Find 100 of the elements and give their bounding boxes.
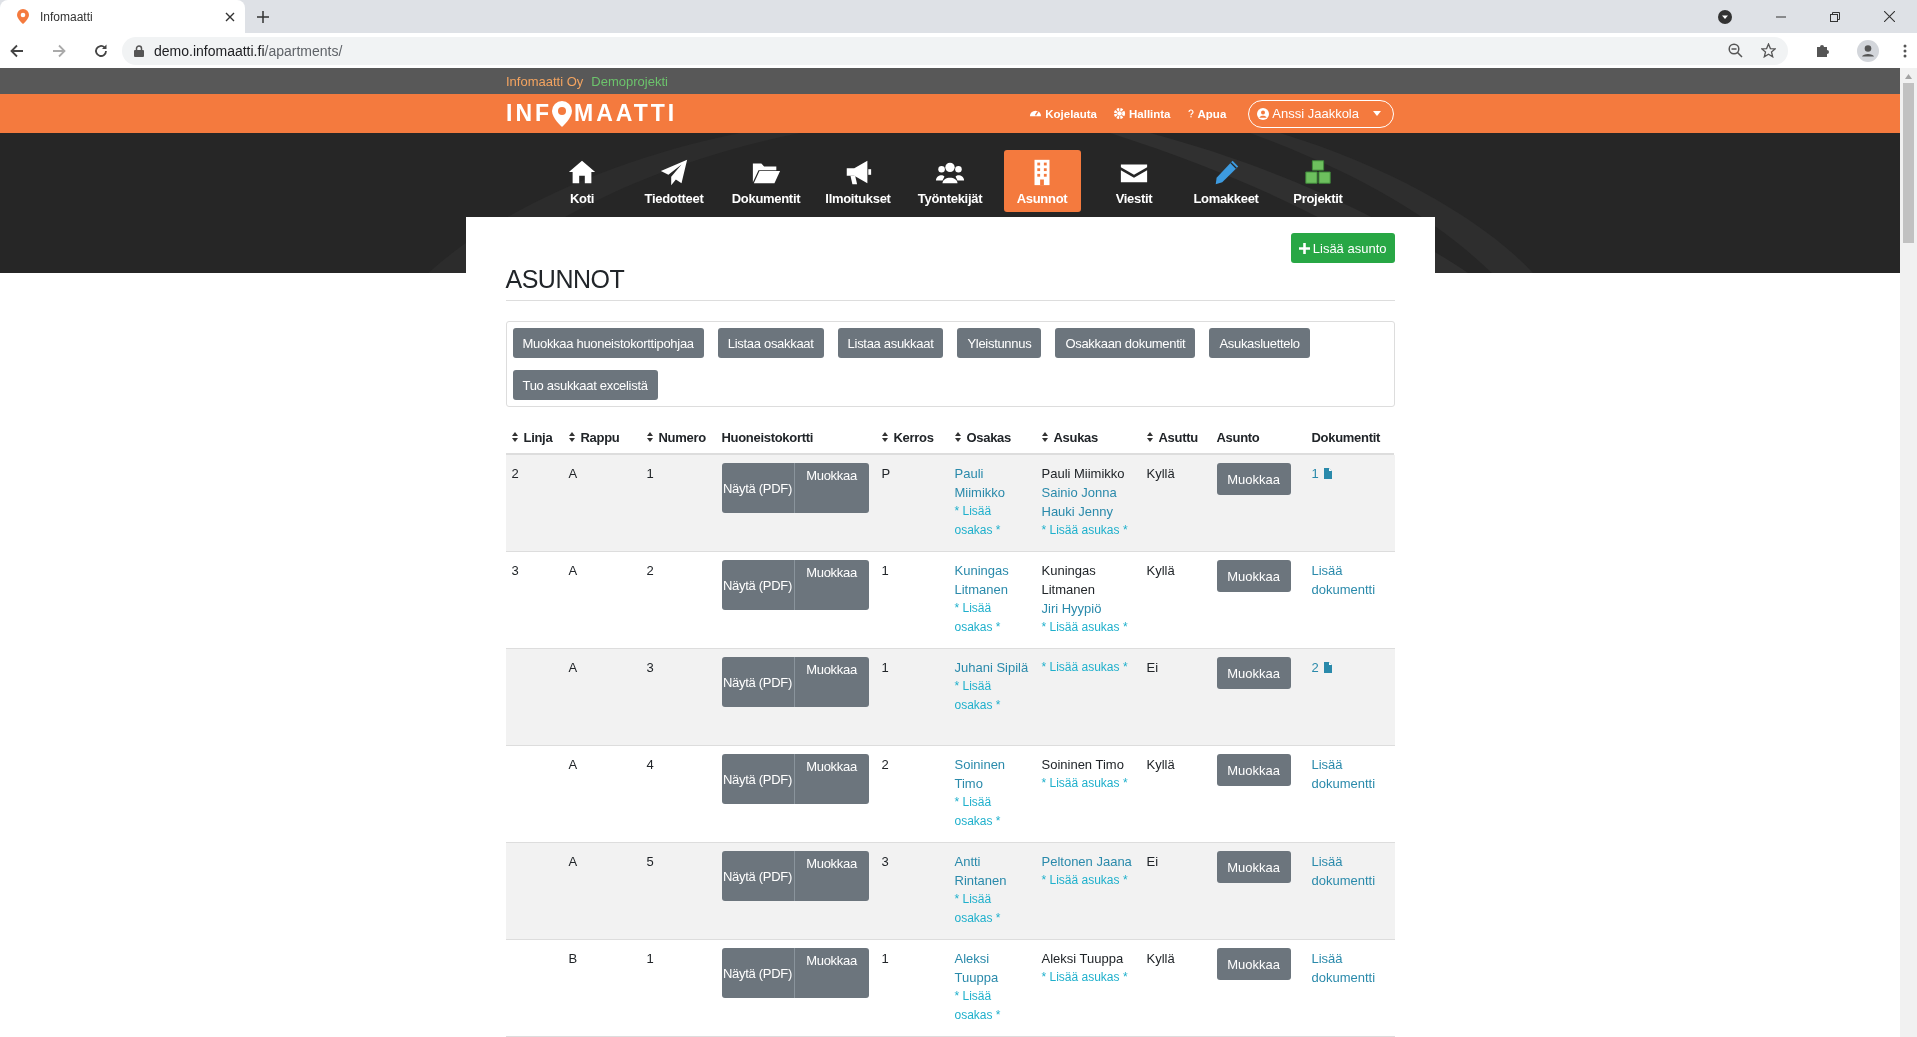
sort-icon[interactable] — [646, 432, 653, 442]
view-pdf-button[interactable]: Näytä (PDF) — [721, 463, 795, 513]
header-link[interactable]: Hallinta — [1113, 107, 1171, 120]
add-owner-link[interactable]: * Lisää osakas * — [954, 599, 1030, 637]
back-icon[interactable] — [10, 43, 24, 58]
column-header[interactable]: Asuttu — [1158, 429, 1198, 445]
owner-link[interactable]: Pauli Miimikko — [954, 464, 1030, 502]
resident-link[interactable]: Jiri Hyypiö — [1041, 599, 1135, 618]
edit-card-button[interactable]: Muokkaa — [794, 560, 869, 610]
reload-icon[interactable] — [94, 43, 108, 58]
sort-icon[interactable] — [881, 432, 888, 442]
edit-button[interactable]: Muokkaa — [1216, 463, 1291, 495]
restore-icon[interactable] — [1830, 11, 1840, 22]
browser-tab[interactable]: Infomaatti — [0, 0, 245, 33]
add-resident-link[interactable]: * Lisää asukas * — [1041, 658, 1135, 677]
action-button[interactable]: Yleistunnus — [957, 328, 1042, 358]
resident-link[interactable]: Peltonen Jaana — [1041, 852, 1135, 871]
kebab-menu-icon[interactable] — [1903, 43, 1907, 58]
owner-link[interactable]: Soininen Timo — [954, 755, 1030, 793]
nav-tab[interactable]: Viestit — [1095, 150, 1173, 212]
resident-link[interactable]: Hauki Jenny — [1041, 502, 1135, 521]
dropdown-icon[interactable] — [1718, 9, 1732, 24]
document-count-link[interactable]: 2 — [1311, 658, 1388, 677]
plus-icon[interactable] — [257, 10, 269, 23]
close-icon[interactable] — [1884, 11, 1895, 22]
view-pdf-button[interactable]: Näytä (PDF) — [721, 948, 795, 998]
nav-tab[interactable]: Ilmoitukset — [819, 150, 897, 212]
sort-icon[interactable] — [511, 432, 518, 442]
resident-name: Soininen Timo — [1041, 756, 1125, 774]
edit-button[interactable]: Muokkaa — [1216, 657, 1291, 689]
action-button[interactable]: Listaa asukkaat — [837, 328, 944, 358]
add-owner-link[interactable]: * Lisää osakas * — [954, 677, 1030, 715]
nav-tab[interactable]: Tiedotteet — [635, 150, 713, 212]
action-button[interactable]: Listaa osakkaat — [717, 328, 824, 358]
sort-icon[interactable] — [1146, 432, 1153, 442]
column-header[interactable]: Linja — [523, 429, 553, 445]
edit-button[interactable]: Muokkaa — [1216, 948, 1291, 980]
nav-tab[interactable]: Dokumentit — [727, 150, 805, 212]
column-header[interactable]: Rappu — [580, 429, 620, 445]
action-button[interactable]: Osakkaan dokumentit — [1055, 328, 1196, 358]
nav-tab[interactable]: Lomakkeet — [1187, 150, 1265, 212]
nav-tab[interactable]: Asunnot — [1003, 150, 1081, 212]
action-button[interactable]: Muokkaa huoneistokorttipohjaa — [512, 328, 704, 358]
puzzle-icon[interactable] — [1816, 43, 1831, 58]
add-owner-link[interactable]: * Lisää osakas * — [954, 793, 1030, 831]
action-button[interactable]: Tuo asukkaat excelistä — [512, 370, 658, 400]
scrollbar-thumb[interactable] — [1903, 83, 1914, 243]
sort-icon[interactable] — [1041, 432, 1048, 442]
edit-button[interactable]: Muokkaa — [1216, 851, 1291, 883]
add-document-link[interactable]: Lisää dokumentti — [1311, 949, 1388, 987]
avatar-icon[interactable] — [1857, 39, 1879, 62]
view-pdf-button[interactable]: Näytä (PDF) — [721, 754, 795, 804]
view-pdf-button[interactable]: Näytä (PDF) — [721, 851, 795, 901]
column-header[interactable]: Kerros — [893, 429, 934, 445]
add-resident-link[interactable]: * Lisää asukas * — [1041, 968, 1135, 987]
edit-card-button[interactable]: Muokkaa — [794, 948, 869, 998]
edit-card-button[interactable]: Muokkaa — [794, 463, 869, 513]
resident-name: Pauli Miimikko — [1041, 465, 1126, 483]
close-icon[interactable] — [225, 11, 235, 22]
action-button[interactable]: Asukasluettelo — [1209, 328, 1310, 358]
column-header[interactable]: Asukas — [1053, 429, 1098, 445]
owner-link[interactable]: Antti Rintanen — [954, 852, 1030, 890]
edit-button[interactable]: Muokkaa — [1216, 754, 1291, 786]
add-resident-link[interactable]: * Lisää asukas * — [1041, 774, 1135, 793]
add-owner-link[interactable]: * Lisää osakas * — [954, 502, 1030, 540]
owner-link[interactable]: Juhani Sipilä — [954, 658, 1030, 677]
sort-icon[interactable] — [954, 432, 961, 442]
resident-link[interactable]: Sainio Jonna — [1041, 483, 1135, 502]
column-header[interactable]: Osakas — [966, 429, 1011, 445]
add-document-link[interactable]: Lisää dokumentti — [1311, 561, 1388, 599]
edit-card-button[interactable]: Muokkaa — [794, 754, 869, 804]
add-owner-link[interactable]: * Lisää osakas * — [954, 890, 1030, 928]
nav-tab[interactable]: Työntekijät — [911, 150, 989, 212]
add-resident-link[interactable]: * Lisää asukas * — [1041, 618, 1135, 637]
view-pdf-button[interactable]: Näytä (PDF) — [721, 657, 795, 707]
header-link[interactable]: Apua — [1186, 107, 1227, 120]
view-pdf-button[interactable]: Näytä (PDF) — [721, 560, 795, 610]
star-icon[interactable] — [1761, 43, 1776, 58]
add-document-link[interactable]: Lisää dokumentti — [1311, 755, 1388, 793]
add-owner-link[interactable]: * Lisää osakas * — [954, 987, 1030, 1025]
zoom-out-icon[interactable] — [1728, 43, 1743, 58]
company-name: Infomaatti Oy — [506, 73, 584, 89]
table-cell-text: A — [568, 562, 579, 580]
edit-button[interactable]: Muokkaa — [1216, 560, 1291, 592]
add-document-link[interactable]: Lisää dokumentti — [1311, 852, 1388, 890]
column-header[interactable]: Numero — [658, 429, 706, 445]
owner-link[interactable]: Aleksi Tuuppa — [954, 949, 1030, 987]
edit-card-button[interactable]: Muokkaa — [794, 657, 869, 707]
add-resident-link[interactable]: * Lisää asukas * — [1041, 521, 1135, 540]
add-apartment-button[interactable]: Lisää asunto — [1290, 233, 1395, 263]
header-link[interactable]: Kojelauta — [1029, 107, 1097, 120]
logo[interactable]: INF MAATTI — [506, 100, 678, 127]
sort-icon[interactable] — [568, 432, 575, 442]
nav-tab[interactable]: Projektit — [1279, 150, 1357, 212]
add-resident-link[interactable]: * Lisää asukas * — [1041, 871, 1135, 890]
nav-tab[interactable]: Koti — [543, 150, 621, 212]
document-count-link[interactable]: 1 — [1311, 464, 1388, 483]
owner-link[interactable]: Kuningas Litmanen — [954, 561, 1030, 599]
edit-card-button[interactable]: Muokkaa — [794, 851, 869, 901]
table-cell-text: 3 — [881, 853, 890, 871]
